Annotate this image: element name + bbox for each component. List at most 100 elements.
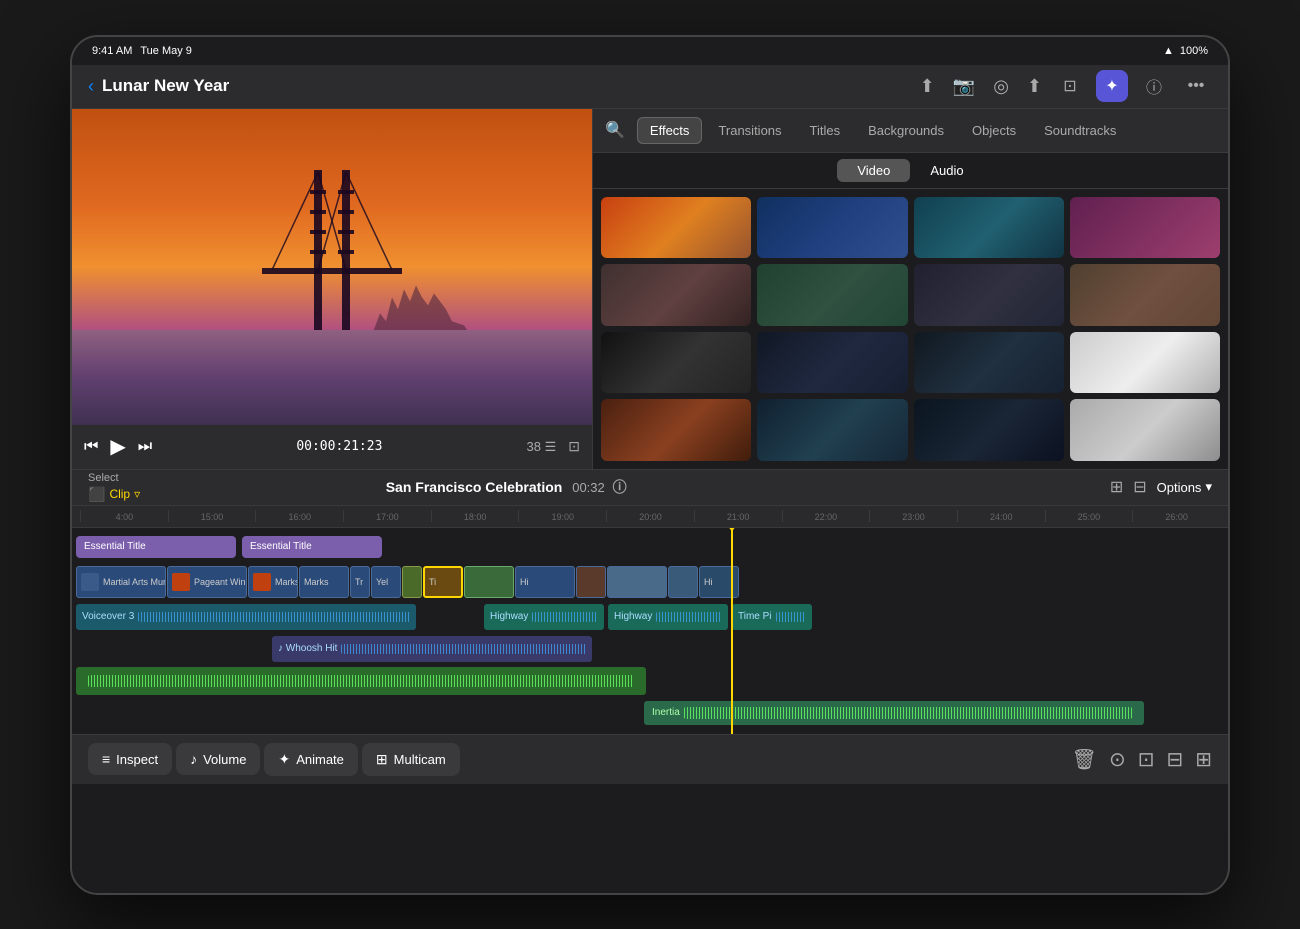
effect-item[interactable]: Heavy Blue with Moonlight Wash (757, 197, 907, 259)
rewind-btn[interactable]: ⏮ (84, 438, 98, 456)
effect-item[interactable] (601, 399, 751, 461)
ruler-mark: 22:00 (782, 510, 870, 522)
video-clip[interactable] (464, 566, 514, 598)
effect-thumb (601, 264, 751, 326)
effects-btn[interactable]: ✦ (1096, 70, 1128, 102)
ruler-mark: 18:00 (431, 510, 519, 522)
options-button[interactable]: Options ▾ (1157, 479, 1212, 495)
title-clip[interactable]: Essential Title (242, 536, 382, 558)
tab-effects[interactable]: Effects (637, 117, 703, 144)
title-clip[interactable]: Essential Title (76, 536, 236, 558)
effect-item[interactable]: Cyan Blacks with Warm Highlights (914, 197, 1064, 259)
fullscreen-btn[interactable]: ⊡ (568, 438, 580, 455)
effect-item[interactable]: Warmer Vintage with Lifted Blacks (1070, 264, 1220, 326)
options-chevron-icon: ▾ (1205, 479, 1212, 495)
effect-thumb (914, 332, 1064, 394)
multicam-button[interactable]: ⊞ Multicam (362, 743, 460, 776)
effect-item[interactable]: Deep Mids with High Saturation (914, 332, 1064, 394)
effect-item[interactable]: B&W with High Contrast (601, 332, 751, 394)
effect-item[interactable] (757, 399, 907, 461)
ruler-marks: 4:00 15:00 16:00 17:00 18:00 19:00 20:00… (80, 510, 1220, 522)
share-icon[interactable]: ⬆ (1027, 76, 1042, 97)
forward-btn[interactable]: ⏭ (138, 438, 152, 456)
highway2-label: Highway (614, 611, 652, 622)
music-clip[interactable] (76, 667, 646, 695)
more-btn[interactable]: ••• (1180, 70, 1212, 102)
animate-button[interactable]: ✦ Animate (264, 743, 357, 776)
trim-button[interactable]: ⊞ (1195, 747, 1212, 772)
effect-item[interactable]: Green Muted Wash (757, 264, 907, 326)
effect-item[interactable]: Cool Blacks with Strong Contrast (914, 264, 1064, 326)
bridge-graphic (262, 150, 402, 330)
whoosh-clip[interactable]: ♪ Whoosh Hit (272, 636, 592, 662)
effect-item[interactable]: B&W with Blooming Highlights (1070, 332, 1220, 394)
info-btn[interactable]: ⓘ (1138, 70, 1170, 102)
tab-backgrounds[interactable]: Backgrounds (856, 118, 956, 143)
effect-item[interactable]: Desaturated with High Contrast (601, 264, 751, 326)
video-clip[interactable]: Martial Arts Mura (76, 566, 166, 598)
split-h-button[interactable]: ⊟ (1166, 747, 1183, 772)
video-clip[interactable]: Hi (699, 566, 739, 598)
inertia-clip[interactable]: Inertia (644, 701, 1144, 725)
tab-titles[interactable]: Titles (798, 118, 853, 143)
video-clip-selected[interactable]: Ti (423, 566, 463, 598)
video-clip[interactable]: Marks (248, 566, 298, 598)
clip-dropdown-icon: ▿ (134, 487, 140, 501)
top-section: ⏮ ▶ ⏭ 00:00:21:23 38 ☰ ⊡ 🔍 Effects Trans… (72, 109, 1228, 469)
status-bar: 9:41 AM Tue May 9 ▲ 100% (72, 37, 1228, 65)
effect-item[interactable]: Dim Blue with Magenta Low (757, 332, 907, 394)
location-icon[interactable]: ◎ (993, 76, 1009, 97)
confirm-button[interactable]: ⊙ (1109, 747, 1126, 772)
highway-clip[interactable]: Highway (484, 604, 604, 630)
play-btn[interactable]: ▶ (110, 434, 125, 459)
timeline-tool2-btn[interactable]: ⊟ (1133, 477, 1146, 497)
split-v-button[interactable]: ⊡ (1138, 747, 1155, 772)
delete-button[interactable]: 🗑 (1072, 747, 1097, 772)
effect-item[interactable]: Soft Magenta with Low Contrast Wash (1070, 197, 1220, 259)
video-clip[interactable] (576, 566, 606, 598)
highway-clip2[interactable]: Highway (608, 604, 728, 630)
inspect-button[interactable]: ≡ Inspect (88, 743, 172, 775)
tab-objects[interactable]: Objects (960, 118, 1028, 143)
timeline-tracks[interactable]: Essential Title Essential Title Martial … (72, 528, 1228, 734)
home-indicator (72, 893, 1228, 895)
search-btn[interactable]: 🔍 (605, 120, 625, 140)
timeline-tool-btn[interactable]: ⊞ (1110, 477, 1123, 497)
tab-transitions[interactable]: Transitions (706, 118, 793, 143)
effect-thumb (757, 197, 907, 259)
multicam-label: Multicam (394, 752, 446, 767)
water-reflection (72, 330, 592, 425)
wifi-icon: ▲ (1163, 45, 1174, 57)
video-toggle[interactable]: Video (837, 159, 910, 182)
upload-icon[interactable]: ⬆ (920, 76, 935, 97)
video-clip[interactable]: Tr (350, 566, 370, 598)
effect-thumb (1070, 332, 1220, 394)
toolbar-right-actions: 🗑 ⊙ ⊡ ⊟ ⊞ (1072, 747, 1212, 772)
clip-selector[interactable]: ⬛ Clip ▿ (88, 486, 140, 503)
video-clip[interactable] (668, 566, 698, 598)
effect-thumb (601, 197, 751, 259)
effect-item[interactable]: Heavy Warm with Desert Wash (601, 197, 751, 259)
effect-item[interactable] (1070, 399, 1220, 461)
timepi-clip[interactable]: Time Pi (732, 604, 812, 630)
photos-btn[interactable]: ⊡ (1054, 70, 1086, 102)
voiceover-clip[interactable]: Voiceover 3 (76, 604, 416, 630)
battery-display: 100% (1180, 45, 1208, 57)
camera-icon[interactable]: 📷 (953, 76, 975, 97)
inertia-waveform (684, 707, 1132, 719)
info-circle-icon[interactable]: ⓘ (613, 479, 627, 495)
effect-thumb (914, 197, 1064, 259)
back-button[interactable]: ‹ (88, 76, 94, 97)
video-clip[interactable]: Yel (371, 566, 401, 598)
video-clip[interactable] (607, 566, 667, 598)
video-clip[interactable] (402, 566, 422, 598)
video-clip[interactable]: Pageant Winner (167, 566, 247, 598)
audio-toggle[interactable]: Audio (910, 159, 983, 182)
tab-soundtracks[interactable]: Soundtracks (1032, 118, 1128, 143)
video-clip[interactable]: Hi (515, 566, 575, 598)
tracks-container: Essential Title Essential Title Martial … (72, 528, 1228, 734)
effect-item[interactable] (914, 399, 1064, 461)
ruler-mark: 25:00 (1045, 510, 1133, 522)
video-clip[interactable]: Marks (299, 566, 349, 598)
volume-button[interactable]: ♪ Volume (176, 743, 260, 775)
